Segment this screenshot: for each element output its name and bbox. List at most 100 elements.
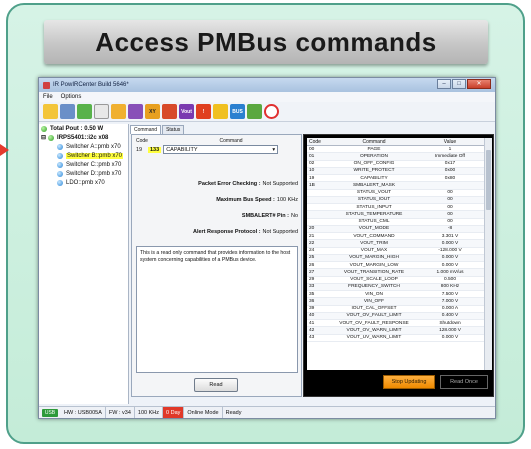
table-row[interactable]: 1B SMBALERT_MASK — [307, 182, 484, 190]
table-row[interactable]: 22 VOUT_TRIM 0.000 V — [307, 240, 484, 248]
table-row[interactable]: 25 VOUT_MARGIN_HIGH 0.000 V — [307, 254, 484, 262]
bus-icon[interactable]: BUS — [230, 104, 245, 119]
row-code: 10 — [309, 168, 315, 174]
table-scrollbar[interactable] — [484, 138, 492, 370]
collapse-icon[interactable]: ⊟ — [41, 134, 46, 141]
table-row[interactable]: 19 CAPABILITY 0x80 — [307, 175, 484, 183]
tab-status[interactable]: Status — [162, 125, 185, 134]
pointer-arrow-icon — [0, 144, 9, 156]
table-row[interactable]: STATUS_TEMPERATURE 00 — [307, 211, 484, 219]
usb-label: USB — [44, 409, 56, 416]
row-code: 21 — [309, 233, 315, 239]
warning-icon[interactable]: ! — [196, 104, 211, 119]
header-value: Value — [443, 138, 457, 145]
table-row[interactable]: 36 VIN_OFF 7.000 V — [307, 298, 484, 306]
document-icon[interactable] — [94, 104, 109, 119]
device-tree: Total Pout : 0.50 W ⊟ IRPS5401::i2c x08 … — [39, 124, 129, 404]
row-command: VOUT_OV_FAULT_LIMIT — [346, 313, 402, 319]
speed-info: Maximum Bus Speed : 100 KHz — [136, 197, 298, 203]
close-button[interactable]: ✕ — [467, 79, 491, 89]
row-value: -8 — [447, 226, 453, 232]
table-row[interactable]: 39 IOUT_CAL_OFFSET 0.000 A — [307, 306, 484, 313]
table-row[interactable]: 10 WRITE_PROTECT 0x00 — [307, 167, 484, 175]
table-row[interactable]: 43 VOUT_UV_WARN_LIMIT 0.000 V — [307, 335, 484, 342]
row-command: VOUT_MARGIN_LOW — [349, 262, 399, 268]
row-command: FREQUENCY_SWITCH — [348, 284, 400, 290]
pec-label: Packet Error Checking : — [198, 181, 261, 187]
table-row[interactable]: 35 VIN_ON 7.500 V — [307, 291, 484, 299]
hex-icon[interactable] — [247, 104, 262, 119]
vout-label: Vout — [181, 108, 192, 115]
save-icon[interactable] — [128, 104, 143, 119]
folder-icon[interactable] — [111, 104, 126, 119]
row-code: 00 — [309, 146, 315, 152]
row-code: 33 — [309, 284, 315, 290]
minimize-button[interactable]: – — [437, 79, 451, 89]
open-icon[interactable] — [43, 104, 58, 119]
config-icon[interactable] — [162, 104, 177, 119]
register-panel: Code Command Value 00 PAGE 1 01 OPERATION Imm… — [303, 134, 494, 397]
grid-icon[interactable] — [60, 104, 75, 119]
row-command: STATUS_CML — [358, 219, 390, 225]
row-code: 42 — [309, 327, 315, 333]
table-row[interactable]: STATUS_VOUT 00 — [307, 190, 484, 197]
table-row[interactable]: 26 VOUT_MARGIN_LOW 0.000 V — [307, 262, 484, 270]
row-value: 7.500 V — [441, 291, 459, 297]
tree-total[interactable]: Total Pout : 0.50 W — [39, 124, 128, 133]
tree-item-switcher-c[interactable]: Switcher C::pmb x70 — [39, 160, 128, 169]
lifebuoy-icon[interactable] — [264, 104, 279, 119]
table-row[interactable]: 20 VOUT_MODE -8 — [307, 225, 484, 233]
row-value: -128.000 V — [438, 248, 462, 254]
table-row[interactable]: 27 VOUT_TRANSITION_RATE 1.000 mV/us — [307, 269, 484, 277]
table-row[interactable]: 02 ON_OFF_CONFIG 0x17 — [307, 161, 484, 168]
table-row[interactable]: STATUS_CML 00 — [307, 219, 484, 226]
chart-icon[interactable] — [213, 104, 228, 119]
banner-title: Access PMBus commands — [44, 20, 488, 64]
window-title: IR PowIRCenter Build 5646* — [53, 82, 129, 88]
table-row[interactable]: 21 VOUT_COMMAND 3.301 V — [307, 233, 484, 241]
row-value: 0.400 V — [441, 313, 459, 319]
maximize-button[interactable]: □ — [452, 79, 466, 89]
scrollbar-thumb[interactable] — [486, 150, 491, 210]
table-row[interactable]: 24 VOUT_MAX -128.000 V — [307, 248, 484, 255]
command-select[interactable]: CAPABILITY ▾ — [163, 145, 279, 154]
table-row[interactable]: 01 OPERATION Immediate Off — [307, 153, 484, 161]
row-command: STATUS_IOUT — [357, 197, 391, 203]
command-selector: 19 133 CAPABILITY ▾ — [136, 145, 279, 154]
menu-options[interactable]: Options — [61, 94, 82, 100]
table-row[interactable]: 33 FREQUENCY_SWITCH 800 KHz — [307, 283, 484, 291]
tree-item-ldo[interactable]: LDO::pmb x70 — [39, 178, 128, 187]
vout-icon[interactable]: Vout — [179, 104, 194, 119]
new-icon[interactable] — [77, 104, 92, 119]
row-code: 27 — [309, 269, 315, 275]
table-row[interactable]: 42 VOUT_OV_WARN_LIMIT 128.000 V — [307, 327, 484, 335]
table-row[interactable]: STATUS_IOUT 00 — [307, 196, 484, 204]
read-button[interactable]: Read — [194, 378, 238, 392]
read-once-button[interactable]: Read Once — [440, 375, 488, 389]
command-select-value: CAPABILITY — [166, 146, 198, 153]
pec-value: Not Supported — [262, 181, 298, 187]
status-hw: HW : USB005A — [61, 407, 106, 418]
tree-item-label: Switcher D::pmb x70 — [66, 170, 122, 177]
tree-item-switcher-b[interactable]: Switcher B::pmb x70 — [39, 151, 128, 160]
tab-command[interactable]: Command — [130, 125, 162, 134]
table-row[interactable]: 41 VOUT_OV_FAULT_RESPONSE Shutdown — [307, 320, 484, 328]
row-command: STATUS_VOUT — [356, 190, 392, 196]
table-row[interactable]: STATUS_INPUT 00 — [307, 204, 484, 212]
tree-item-switcher-a[interactable]: Switcher A::pmb x70 — [39, 142, 128, 151]
row-command: VOUT_MODE — [358, 226, 390, 232]
table-row[interactable]: 29 VOUT_SCALE_LOOP 0.500 — [307, 277, 484, 284]
tree-device[interactable]: ⊟ IRPS5401::i2c x08 — [39, 133, 128, 142]
arp-info: Alert Response Protocol : Not Supported — [136, 229, 298, 235]
tree-item-switcher-d[interactable]: Switcher D::pmb x70 — [39, 169, 128, 178]
table-row[interactable]: 40 VOUT_OV_FAULT_LIMIT 0.400 V — [307, 312, 484, 320]
tree-device-label: IRPS5401::i2c x08 — [57, 134, 109, 141]
table-row[interactable]: 00 PAGE 1 — [307, 146, 484, 154]
row-value: 00 — [447, 204, 453, 210]
row-command: VOUT_MARGIN_HIGH — [349, 255, 399, 261]
menu-file[interactable]: File — [43, 94, 53, 100]
stop-updating-button[interactable]: Stop Updating — [383, 375, 435, 389]
xy-icon[interactable]: XY — [145, 104, 160, 119]
speed-value: 100 KHz — [276, 197, 298, 203]
row-code: 35 — [309, 291, 315, 297]
